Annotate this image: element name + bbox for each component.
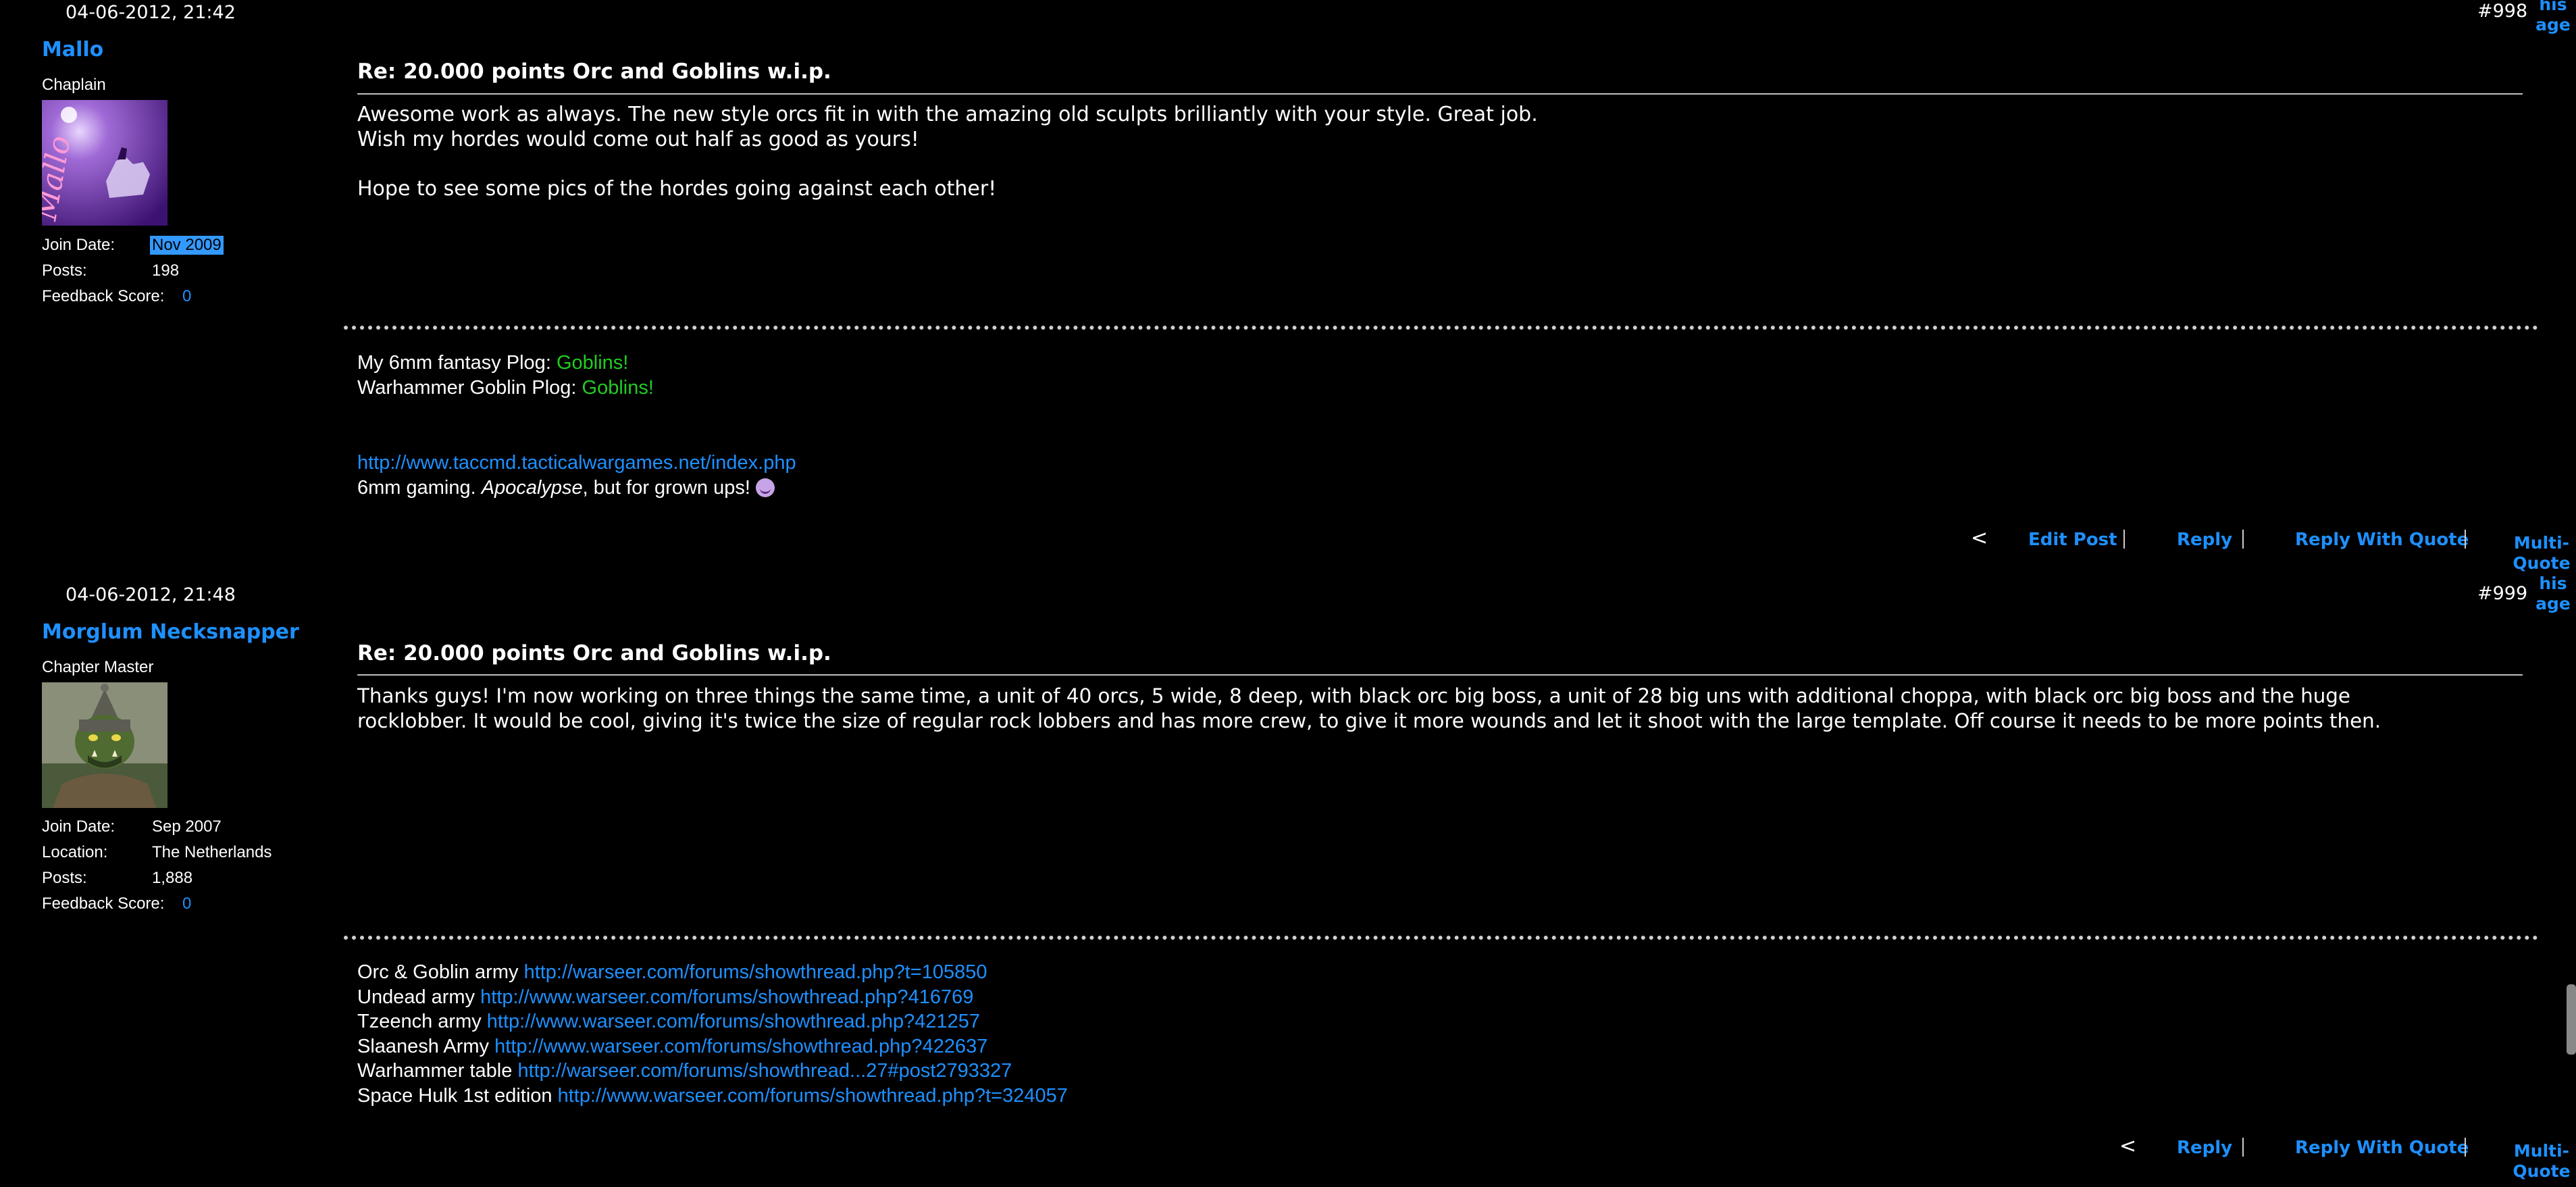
signature-text: Slaanesh Army xyxy=(357,1036,495,1057)
signature-text: Tzeench army xyxy=(357,1011,487,1032)
orc-warrior-avatar-icon xyxy=(42,682,168,808)
signature-line: My 6mm fantasy Plog: Goblins! xyxy=(357,351,628,376)
signature-url-link[interactable]: http://www.warseer.com/forums/showthread… xyxy=(487,1011,980,1032)
purple-knight-avatar-icon: Mallo xyxy=(42,100,168,226)
feedback-score-link[interactable]: 0 xyxy=(182,894,191,913)
action-separator xyxy=(2242,530,2244,549)
signature-url-link[interactable]: http://www.taccmd.tacticalwargames.net/i… xyxy=(357,452,796,474)
multi-quote-line: Multi- xyxy=(2513,1141,2570,1161)
join-date-value: Nov 2009 xyxy=(150,236,224,255)
message-line: Wish my hordes would come out half as go… xyxy=(357,128,919,151)
signature-line: Warhammer Goblin Plog: Goblins! xyxy=(357,376,654,401)
multi-quote-line: Multi- xyxy=(2513,533,2570,553)
post-date: 04-06-2012, 21:48 xyxy=(66,584,236,605)
clipped-fragment: his xyxy=(2539,0,2567,14)
message-line: Hope to see some pics of the hordes goin… xyxy=(357,177,997,201)
signature-text: Undead army xyxy=(357,986,481,1008)
reply-with-quote-button[interactable]: Reply With Quote xyxy=(2295,530,2469,550)
signature-url-link[interactable]: http://www.warseer.com/forums/showthread… xyxy=(558,1085,1068,1107)
reply-button[interactable]: Reply xyxy=(2177,530,2232,550)
post-title: Re: 20.000 points Orc and Goblins w.i.p. xyxy=(357,59,831,84)
signature-text: 6mm gaming. xyxy=(357,477,482,499)
signature-line: 6mm gaming. Apocalypse, but for grown up… xyxy=(357,476,775,501)
signature-divider xyxy=(344,326,2539,330)
signature-text: Orc & Goblin army xyxy=(357,961,524,983)
signature-text: Space Hulk 1st edition xyxy=(357,1085,558,1107)
posts-value: 198 xyxy=(152,261,180,280)
multi-quote-line: Quote xyxy=(2513,553,2571,573)
clipped-fragment: his xyxy=(2539,574,2567,593)
signature-text: My 6mm fantasy Plog: xyxy=(357,352,557,374)
signature-line: http://www.taccmd.tacticalwargames.net/i… xyxy=(357,451,796,476)
reply-button[interactable]: Reply xyxy=(2177,1138,2232,1158)
multi-quote-line: Quote xyxy=(2513,1161,2571,1181)
posts-label: Posts: xyxy=(42,261,87,280)
location-value: The Netherlands xyxy=(152,843,272,861)
action-separator xyxy=(2123,530,2125,549)
signature-url-link[interactable]: http://www.warseer.com/forums/showthread… xyxy=(494,1036,987,1057)
signature-url-link[interactable]: http://warseer.com/forums/showthread.php… xyxy=(524,961,987,983)
message-line: Awesome work as always. The new style or… xyxy=(357,103,1538,126)
prev-arrow[interactable]: < xyxy=(2119,1134,2136,1158)
clipped-fragment: age xyxy=(2535,594,2571,613)
clipped-side-text: his age xyxy=(2534,0,2572,35)
signature-url-link[interactable]: http://warseer.com/forums/showthread...2… xyxy=(517,1060,1012,1082)
message-line: Thanks guys! I'm now working on three th… xyxy=(357,684,2350,707)
post-number-link[interactable]: #998 xyxy=(2477,1,2527,22)
edit-post-button[interactable]: Edit Post xyxy=(2028,530,2117,550)
username-link[interactable]: Morglum Necksnapper xyxy=(42,620,299,644)
posts-value: 1,888 xyxy=(152,869,193,887)
signature-line: Slaanesh Army http://www.warseer.com/for… xyxy=(357,1034,987,1059)
prev-arrow[interactable]: < xyxy=(1971,526,1988,550)
post-date: 04-06-2012, 21:42 xyxy=(66,2,236,23)
feedback-score-link[interactable]: 0 xyxy=(182,287,191,306)
signature-text: , but for grown ups! xyxy=(582,477,756,499)
feedback-score-label: Feedback Score: xyxy=(42,287,165,305)
posts-label: Posts: xyxy=(42,869,87,887)
signature-line: Warhammer table http://warseer.com/forum… xyxy=(357,1059,1012,1084)
post-title: Re: 20.000 points Orc and Goblins w.i.p. xyxy=(357,641,831,665)
signature-text: Warhammer table xyxy=(357,1060,518,1082)
signature-emphasis: Apocalypse xyxy=(481,477,583,499)
username-link[interactable]: Mallo xyxy=(42,38,103,61)
signature-line: Space Hulk 1st edition http://www.warsee… xyxy=(357,1084,1068,1109)
user-avatar[interactable] xyxy=(42,682,168,808)
location-label: Location: xyxy=(42,843,108,861)
multi-quote-button[interactable]: Multi- Quote xyxy=(2511,533,2572,574)
signature-line: Undead army http://www.warseer.com/forum… xyxy=(357,985,973,1010)
feedback-score-label: Feedback Score: xyxy=(42,894,165,913)
join-date-label: Join Date: xyxy=(42,236,115,254)
user-title: Chaplain xyxy=(42,76,106,94)
multi-quote-button[interactable]: Multi- Quote xyxy=(2511,1141,2572,1182)
signature-line: Tzeench army http://www.warseer.com/foru… xyxy=(357,1009,980,1034)
join-date-value: Sep 2007 xyxy=(152,817,222,836)
join-date-label: Join Date: xyxy=(42,817,115,836)
user-avatar[interactable]: Mallo xyxy=(42,100,168,226)
forum-thread-page: 04-06-2012, 21:42 #998 Mallo Chaplain Ma… xyxy=(0,0,2576,1187)
signature-link[interactable]: Goblins! xyxy=(582,377,654,399)
clipped-fragment: age xyxy=(2535,15,2571,34)
scrollbar-thumb[interactable] xyxy=(2567,984,2576,1055)
clipped-side-text: his age xyxy=(2534,574,2572,614)
signature-line: Orc & Goblin army http://warseer.com/for… xyxy=(357,960,987,985)
action-separator xyxy=(2242,1138,2244,1157)
action-separator xyxy=(2465,1138,2466,1157)
title-divider xyxy=(357,674,2523,676)
signature-link[interactable]: Goblins! xyxy=(557,352,628,374)
post-number-link[interactable]: #999 xyxy=(2477,583,2527,604)
user-title: Chapter Master xyxy=(42,658,154,676)
signature-url-link[interactable]: http://www.warseer.com/forums/showthread… xyxy=(480,986,973,1008)
reply-with-quote-button[interactable]: Reply With Quote xyxy=(2295,1138,2469,1158)
title-divider xyxy=(357,93,2523,95)
message-line: rocklobber. It would be cool, giving it'… xyxy=(357,709,2381,732)
smiley-icon xyxy=(755,478,775,497)
action-separator xyxy=(2465,530,2466,549)
signature-text: Warhammer Goblin Plog: xyxy=(357,377,582,399)
signature-divider xyxy=(344,936,2539,940)
